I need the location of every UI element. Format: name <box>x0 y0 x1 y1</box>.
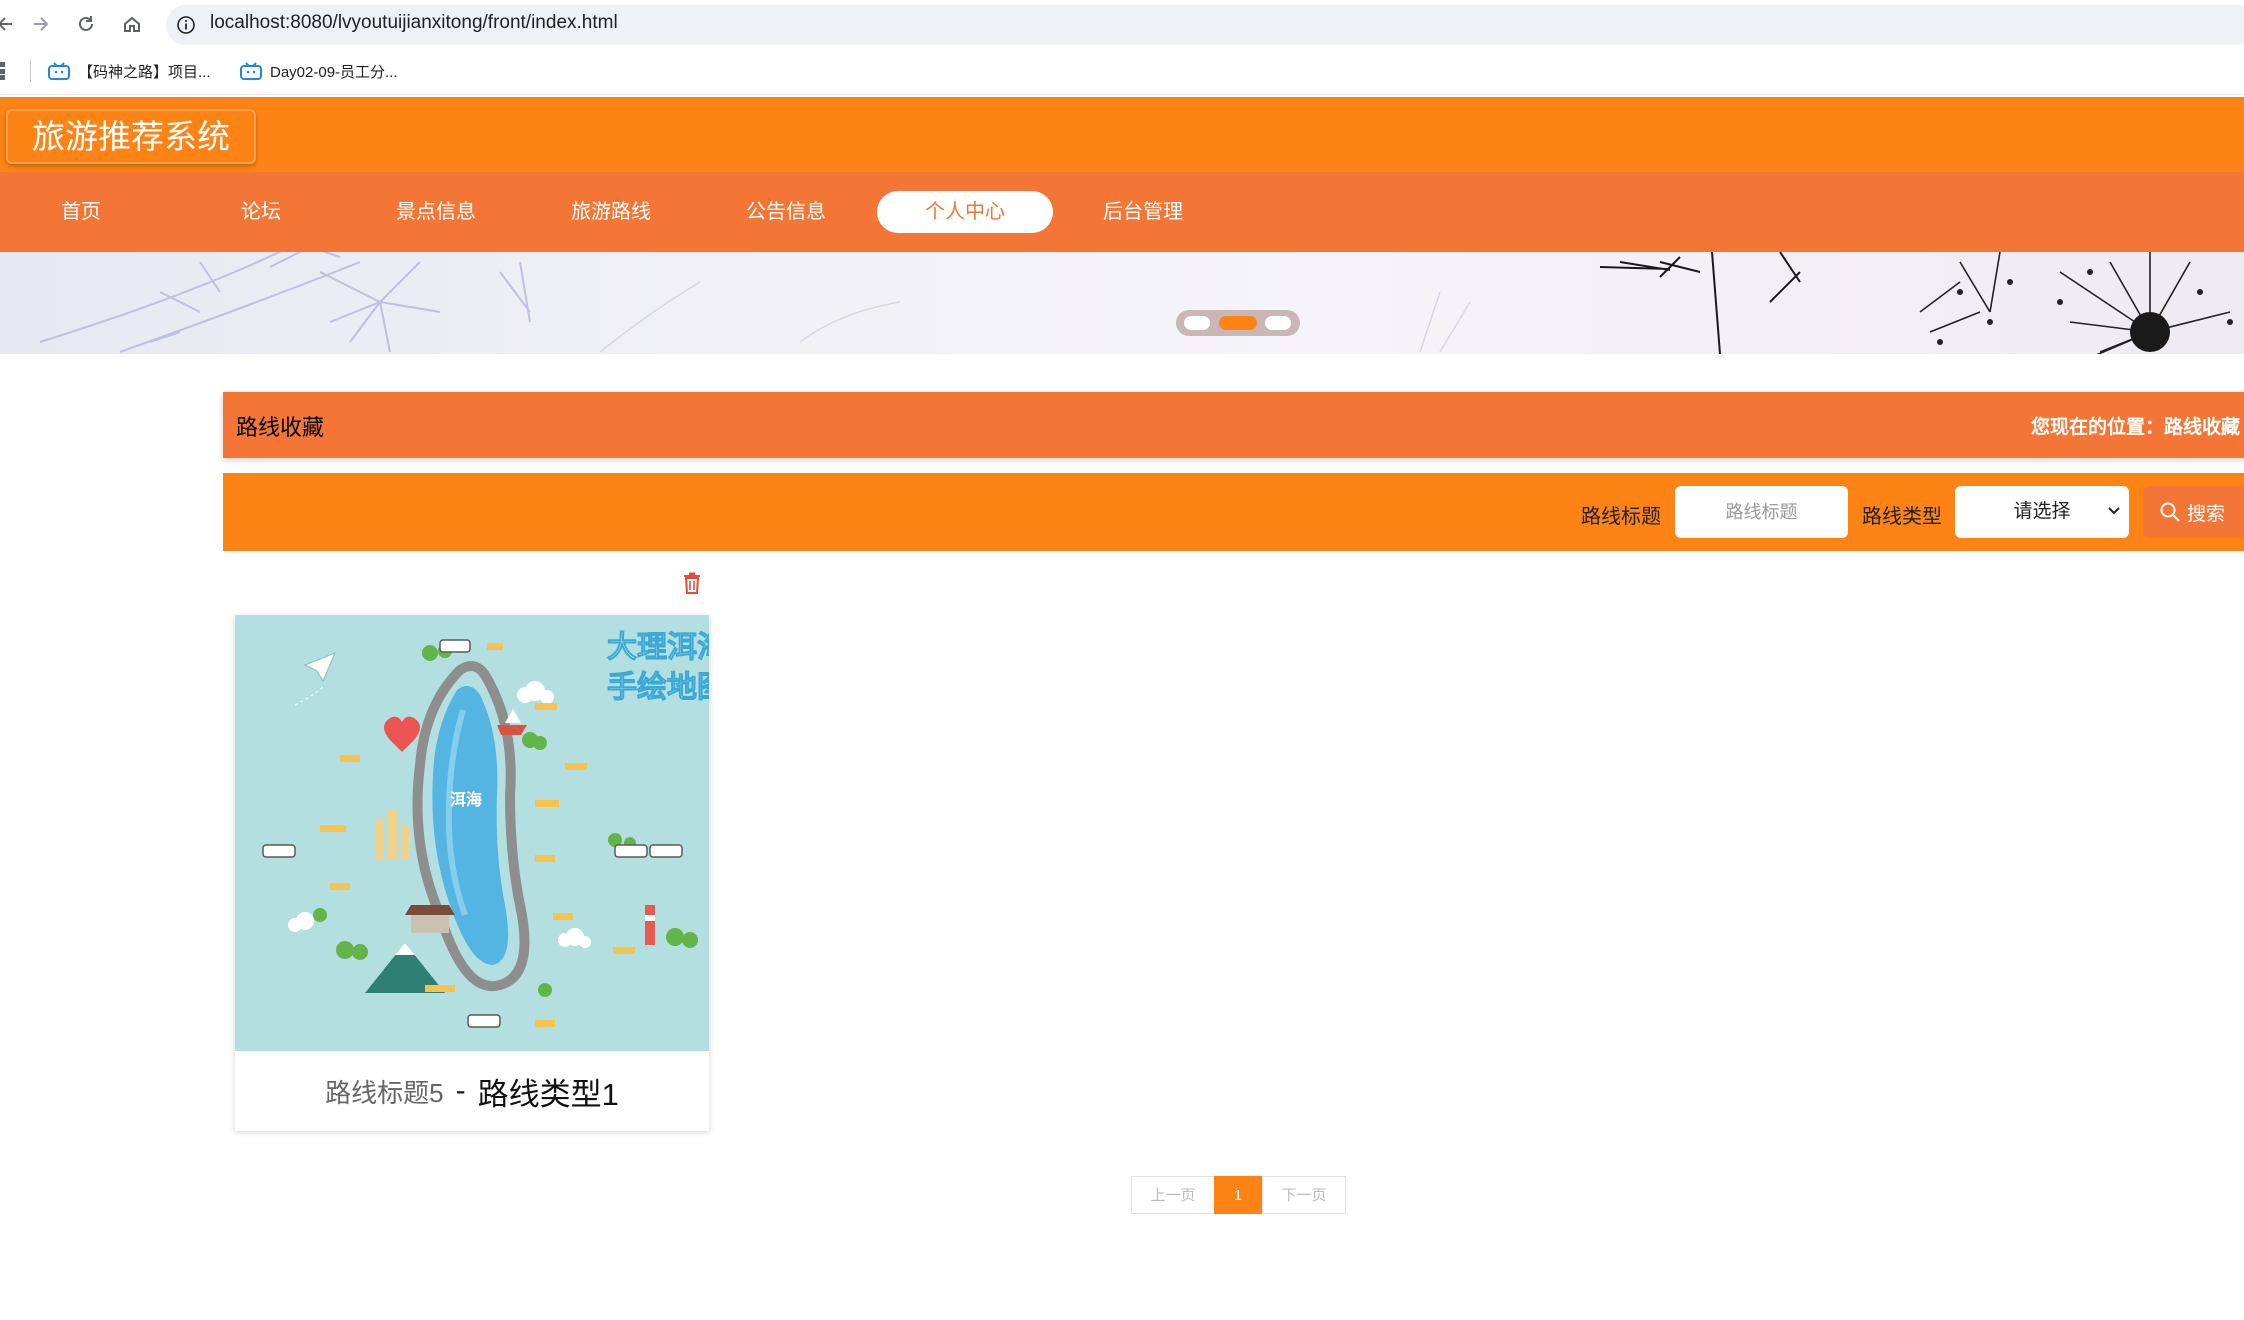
route-title: 路线标题5 <box>325 1077 444 1108</box>
breadcrumb: 您现在的位置：路线收藏 <box>2030 417 2240 438</box>
route-type-selected: 请选择 <box>2013 501 2071 522</box>
carousel-dot-2[interactable] <box>1219 316 1257 330</box>
site-header <box>0 97 2244 172</box>
route-type-label: 路线类型 <box>1862 506 1942 528</box>
home-icon[interactable] <box>114 6 150 42</box>
bookmark-label: 【码神之路】项目... <box>78 63 211 81</box>
route-title-label: 路线标题 <box>1581 506 1661 528</box>
bilibili-icon <box>48 62 70 80</box>
bookmark-item-2[interactable]: Day02-09-员工分... <box>240 58 398 84</box>
bilibili-icon <box>240 62 262 80</box>
bookmark-item-1[interactable]: 【码神之路】项目... <box>48 58 211 84</box>
route-type: 路线类型1 <box>477 1076 619 1112</box>
route-card-caption[interactable]: 路线标题5 - 路线类型1 <box>235 1051 709 1131</box>
bookmarks-bar: 【码神之路】项目... Day02-09-员工分... <box>0 48 2244 95</box>
search-icon <box>2160 502 2180 522</box>
nav-routes[interactable]: 旅游路线 <box>523 191 699 233</box>
prev-page-button[interactable]: 上一页 <box>1131 1176 1215 1214</box>
route-image[interactable]: 大理洱海 手绘地图 洱海 <box>235 615 709 1051</box>
carousel-dot-3[interactable] <box>1265 316 1291 330</box>
bookmark-divider <box>30 60 31 82</box>
url-text[interactable]: localhost:8080/lvyoutuijianxitong/front/… <box>210 12 618 34</box>
map-title-line2: 手绘地图 <box>607 670 709 705</box>
next-page-button[interactable]: 下一页 <box>1262 1176 1346 1214</box>
browser-toolbar: localhost:8080/lvyoutuijianxitong/front/… <box>0 0 2244 49</box>
page-title: 路线收藏 <box>236 415 325 440</box>
chevron-down-icon <box>2107 486 2121 559</box>
nav-notices[interactable]: 公告信息 <box>698 191 874 233</box>
reload-icon[interactable] <box>68 6 104 42</box>
route-card[interactable]: 大理洱海 手绘地图 洱海 路线标题5 - 路线类型1 <box>235 615 709 1131</box>
page-title-bar <box>223 392 2244 458</box>
nav-personal-center[interactable]: 个人中心 <box>877 191 1053 233</box>
nav-home[interactable]: 首页 <box>0 191 169 233</box>
map-title-line1: 大理洱海 <box>607 630 709 665</box>
dandelion-illustration <box>39 252 2233 354</box>
info-icon[interactable] <box>176 15 196 35</box>
route-title-input[interactable] <box>1675 486 1848 538</box>
bookmark-label: Day02-09-员工分... <box>270 63 398 81</box>
route-type-select[interactable]: 请选择 <box>1955 486 2129 538</box>
search-button[interactable]: 搜索 <box>2143 486 2244 538</box>
search-button-label: 搜索 <box>2187 503 2226 525</box>
forward-icon[interactable] <box>22 6 58 42</box>
nav-attractions[interactable]: 景点信息 <box>348 191 524 233</box>
map-lake-label: 洱海 <box>450 790 482 809</box>
caption-separator: - <box>455 1074 466 1107</box>
nav-admin[interactable]: 后台管理 <box>1055 191 1231 233</box>
site-logo[interactable]: 旅游推荐系统 <box>6 109 256 164</box>
trash-icon[interactable] <box>682 572 702 594</box>
banner-carousel[interactable] <box>0 252 2244 354</box>
carousel-indicator <box>1176 310 1300 336</box>
nav-forum[interactable]: 论坛 <box>173 191 349 233</box>
back-icon[interactable] <box>0 6 24 42</box>
carousel-dot-1[interactable] <box>1184 316 1210 330</box>
page-1-button[interactable]: 1 <box>1214 1176 1262 1214</box>
apps-icon[interactable] <box>0 62 14 80</box>
dali-erhai-map-illustration: 大理洱海 手绘地图 洱海 <box>235 615 709 1051</box>
